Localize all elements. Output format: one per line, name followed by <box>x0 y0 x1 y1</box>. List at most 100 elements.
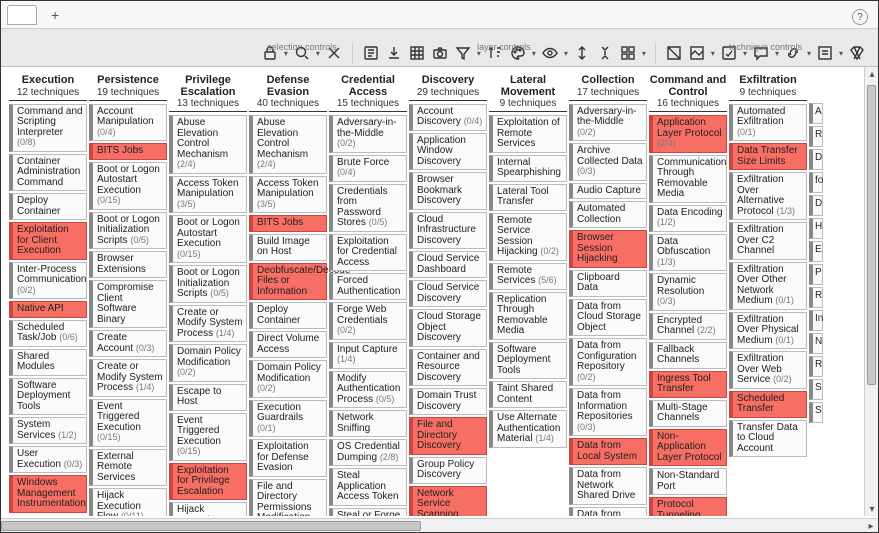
technique-cell[interactable]: Command and Scripting Interpreter (0/8) <box>9 104 87 152</box>
technique-cell[interactable]: Data from Network Shared Drive <box>569 467 647 505</box>
toggle-state-icon[interactable] <box>665 44 683 62</box>
scroll-right-arrow[interactable]: ▸ <box>864 519 878 533</box>
technique-cell[interactable]: Dynamic Resolution (0/3) <box>649 273 727 311</box>
technique-cell[interactable]: Internal Spearphishing <box>489 155 567 182</box>
vertical-scroll-thumb[interactable] <box>867 85 876 385</box>
technique-cell[interactable]: Event Triggered Execution (0/15) <box>169 413 247 461</box>
technique-cell[interactable]: Account Manipulation (0/4) <box>89 104 167 142</box>
technique-cell[interactable]: Exfiltration Over Alternative Protocol (… <box>729 172 807 220</box>
technique-cell[interactable]: Boot or Logon Initialization Scripts (0/… <box>169 265 247 303</box>
technique-cell[interactable]: User Execution (0/3) <box>9 446 87 473</box>
technique-cell[interactable]: Brute Force (0/4) <box>329 155 407 182</box>
technique-cell[interactable]: Access Token Manipulation (3/5) <box>169 176 247 214</box>
export-excel-icon[interactable] <box>408 44 426 62</box>
technique-cell[interactable]: Exfiltration Over C2 Channel <box>729 222 807 260</box>
technique-cell[interactable]: Abuse Elevation Control Mechanism (2/4) <box>169 115 247 174</box>
technique-cell[interactable]: Clipboard Data <box>569 270 647 297</box>
technique-cell[interactable]: Data from Cloud Storage Object <box>569 299 647 337</box>
technique-cell[interactable]: Compromise Client Software Binary <box>89 280 167 328</box>
technique-cell[interactable]: Deobfuscate/Decode Files or Information <box>249 263 327 301</box>
technique-cell[interactable]: Domain Trust Discovery <box>409 388 487 415</box>
technique-cell[interactable]: BITS Jobs <box>89 143 167 160</box>
technique-cell[interactable]: Steal Application Access Token <box>329 468 407 506</box>
technique-cell-partial[interactable]: R <box>809 287 823 308</box>
technique-cell[interactable]: Forge Web Credentials (0/2) <box>329 302 407 340</box>
horizontal-scroll-thumb[interactable] <box>1 521 421 531</box>
comment-icon[interactable] <box>752 44 770 62</box>
vertical-scrollbar[interactable]: ▴ ▾ <box>864 67 878 516</box>
technique-cell[interactable]: Cloud Storage Object Discovery <box>409 309 487 347</box>
technique-cell[interactable]: Cloud Infrastructure Discovery <box>409 212 487 250</box>
technique-cell[interactable]: System Services (1/2) <box>9 417 87 444</box>
technique-cell[interactable]: Non-Standard Port <box>649 468 727 495</box>
technique-cell[interactable]: Cloud Service Dashboard <box>409 251 487 278</box>
technique-cell[interactable]: Non-Application Layer Protocol <box>649 429 727 467</box>
technique-cell[interactable]: Communication Through Removable Media <box>649 155 727 203</box>
technique-cell[interactable]: Automated Exfiltration (0/1) <box>729 104 807 142</box>
technique-cell[interactable]: Exfiltration Over Other Network Medium (… <box>729 262 807 310</box>
technique-cell[interactable]: Abuse Elevation Control Mechanism (2/4) <box>249 115 327 174</box>
technique-cell[interactable]: Scheduled Transfer <box>729 391 807 418</box>
technique-cell[interactable]: Data from Removable Media <box>569 507 647 516</box>
technique-cell-partial[interactable]: fo <box>809 172 823 193</box>
technique-cell[interactable]: OS Credential Dumping (2/8) <box>329 439 407 466</box>
technique-cell[interactable]: Replication Through Removable Media <box>489 292 567 340</box>
technique-cell[interactable]: Cloud Service Discovery <box>409 280 487 307</box>
technique-cell[interactable]: Native API <box>9 301 87 318</box>
technique-cell[interactable]: Build Image on Host <box>249 234 327 261</box>
technique-cell-partial[interactable]: D <box>809 149 823 170</box>
technique-cell[interactable]: Use Alternate Authentication Material (1… <box>489 410 567 448</box>
technique-cell-partial[interactable]: In <box>809 310 823 331</box>
technique-cell[interactable]: Exploitation for Credential Access <box>329 234 407 272</box>
technique-cell[interactable]: Data Encoding (1/2) <box>649 205 727 232</box>
technique-cell[interactable]: Domain Policy Modification (0/2) <box>169 344 247 382</box>
technique-cell-partial[interactable]: S <box>809 379 823 400</box>
technique-cell[interactable]: External Remote Services <box>89 449 167 487</box>
technique-cell[interactable]: Data from Local System <box>569 438 647 465</box>
grid-icon[interactable] <box>619 44 637 62</box>
sort-icon[interactable] <box>486 44 504 62</box>
technique-cell[interactable]: Network Service Scanning <box>409 486 487 516</box>
technique-cell[interactable]: Direct Volume Access <box>249 331 327 358</box>
technique-cell[interactable]: Escape to Host <box>169 384 247 411</box>
technique-cell[interactable]: File and Directory Permissions Modificat… <box>249 479 327 516</box>
technique-cell[interactable]: Exploitation for Defense Evasion <box>249 439 327 477</box>
technique-cell[interactable]: Archive Collected Data (0/3) <box>569 143 647 181</box>
technique-cell[interactable]: Exploitation for Privilege Escalation <box>169 463 247 501</box>
technique-cell[interactable]: Boot or Logon Autostart Execution (0/15) <box>89 162 167 210</box>
technique-cell[interactable]: Exfiltration Over Web Service (0/2) <box>729 351 807 389</box>
eye-icon[interactable] <box>541 44 559 62</box>
technique-cell[interactable]: Scheduled Task/Job (0/6) <box>9 320 87 347</box>
technique-cell[interactable]: Data from Configuration Repository (0/2) <box>569 338 647 386</box>
technique-cell[interactable]: Application Window Discovery <box>409 133 487 171</box>
technique-cell[interactable]: Boot or Logon Initialization Scripts (0/… <box>89 212 167 250</box>
technique-cell[interactable]: Deploy Container <box>249 302 327 329</box>
technique-cell[interactable]: Protocol Tunneling <box>649 497 727 516</box>
technique-cell[interactable]: Container and Resource Discovery <box>409 349 487 387</box>
technique-cell[interactable]: Execution Guardrails (0/1) <box>249 400 327 438</box>
technique-cell[interactable]: Steal or Forge Kerberos Tickets (0/4) <box>329 508 407 516</box>
technique-cell[interactable]: Lateral Tool Transfer <box>489 184 567 211</box>
technique-cell[interactable]: Data from Information Repositories (0/3) <box>569 388 647 436</box>
technique-cell-partial[interactable]: E <box>809 241 823 262</box>
technique-cell[interactable]: Exploitation for Client Execution <box>9 222 87 260</box>
technique-cell-partial[interactable]: R <box>809 356 823 377</box>
technique-cell-partial[interactable]: S <box>809 402 823 423</box>
technique-cell[interactable]: BITS Jobs <box>249 215 327 232</box>
score-icon[interactable] <box>720 44 738 62</box>
technique-cell-partial[interactable]: H <box>809 218 823 239</box>
filter-icon[interactable] <box>454 44 472 62</box>
camera-icon[interactable] <box>431 44 449 62</box>
technique-cell[interactable]: Software Deployment Tools <box>489 342 567 380</box>
technique-cell[interactable]: Data Transfer Size Limits <box>729 143 807 170</box>
technique-cell[interactable]: File and Directory Discovery <box>409 417 487 455</box>
technique-cell[interactable]: Ingress Tool Transfer <box>649 371 727 398</box>
technique-cell[interactable]: Access Token Manipulation (3/5) <box>249 176 327 214</box>
technique-cell[interactable]: Container Administration Command <box>9 154 87 192</box>
technique-cell[interactable]: Browser Bookmark Discovery <box>409 172 487 210</box>
deselect-icon[interactable] <box>325 44 343 62</box>
technique-cell-partial[interactable]: A <box>809 103 823 124</box>
new-tab-button[interactable]: + <box>51 7 59 23</box>
technique-cell[interactable]: Browser Session Hijacking <box>569 230 647 268</box>
technique-cell[interactable]: Create or Modify System Process (1/4) <box>169 305 247 343</box>
